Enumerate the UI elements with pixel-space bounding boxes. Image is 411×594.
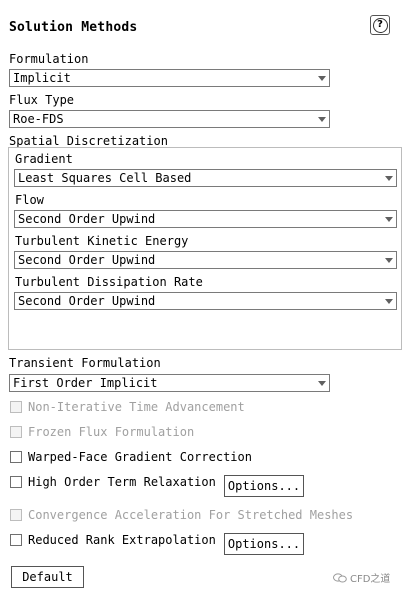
chevron-down-icon [318, 117, 326, 122]
help-icon: ? [372, 17, 388, 33]
panel-title: Solution Methods [9, 20, 138, 35]
gradient-label: Gradient [15, 152, 73, 166]
flux-type-value: Roe-FDS [13, 112, 64, 126]
frozen-flux-formulation-checkbox[interactable] [10, 426, 22, 438]
tdr-dropdown[interactable]: Second Order Upwind [14, 292, 397, 310]
flux-type-label: Flux Type [9, 93, 75, 107]
high-order-term-relaxation-options-button[interactable]: Options... [224, 475, 304, 497]
gradient-dropdown[interactable]: Least Squares Cell Based [14, 169, 397, 187]
transient-formulation-dropdown[interactable]: First Order Implicit [9, 374, 330, 392]
flux-type-dropdown[interactable]: Roe-FDS [9, 110, 330, 128]
convergence-acceleration-checkbox[interactable] [10, 509, 22, 521]
default-button[interactable]: Default [11, 566, 84, 588]
flow-value: Second Order Upwind [18, 212, 156, 226]
tke-label: Turbulent Kinetic Energy [15, 234, 189, 248]
non-iterative-time-advancement-checkbox[interactable] [10, 401, 22, 413]
tke-value: Second Order Upwind [18, 253, 156, 267]
chevron-down-icon [318, 381, 326, 386]
formulation-value: Implicit [13, 71, 71, 85]
gradient-value: Least Squares Cell Based [18, 171, 192, 185]
watermark: CFD之道 [333, 570, 390, 585]
tdr-value: Second Order Upwind [18, 294, 156, 308]
chevron-down-icon [318, 76, 326, 81]
high-order-term-relaxation-label: High Order Term Relaxation [28, 475, 216, 489]
spatial-discretization-label: Spatial Discretization [9, 134, 168, 148]
chevron-down-icon [385, 176, 393, 181]
reduced-rank-extrapolation-checkbox[interactable] [10, 534, 22, 546]
reduced-rank-extrapolation-label: Reduced Rank Extrapolation [28, 533, 216, 547]
frozen-flux-formulation-label: Frozen Flux Formulation [28, 425, 195, 439]
transient-formulation-label: Transient Formulation [9, 356, 161, 370]
tdr-label: Turbulent Dissipation Rate [15, 275, 203, 289]
watermark-text: CFD之道 [350, 574, 391, 585]
chevron-down-icon [385, 299, 393, 304]
wechat-icon [333, 572, 347, 582]
chevron-down-icon [385, 217, 393, 222]
warped-face-gradient-correction-label: Warped-Face Gradient Correction [28, 450, 252, 464]
flow-dropdown[interactable]: Second Order Upwind [14, 210, 397, 228]
transient-formulation-value: First Order Implicit [13, 376, 158, 390]
high-order-term-relaxation-checkbox[interactable] [10, 476, 22, 488]
formulation-dropdown[interactable]: Implicit [9, 69, 330, 87]
non-iterative-time-advancement-label: Non-Iterative Time Advancement [28, 400, 245, 414]
convergence-acceleration-label: Convergence Acceleration For Stretched M… [28, 508, 354, 522]
flow-label: Flow [15, 193, 44, 207]
help-button[interactable]: ? [370, 15, 390, 35]
reduced-rank-extrapolation-options-button[interactable]: Options... [224, 533, 304, 555]
tke-dropdown[interactable]: Second Order Upwind [14, 251, 397, 269]
chevron-down-icon [385, 258, 393, 263]
formulation-label: Formulation [9, 52, 89, 66]
warped-face-gradient-correction-checkbox[interactable] [10, 451, 22, 463]
